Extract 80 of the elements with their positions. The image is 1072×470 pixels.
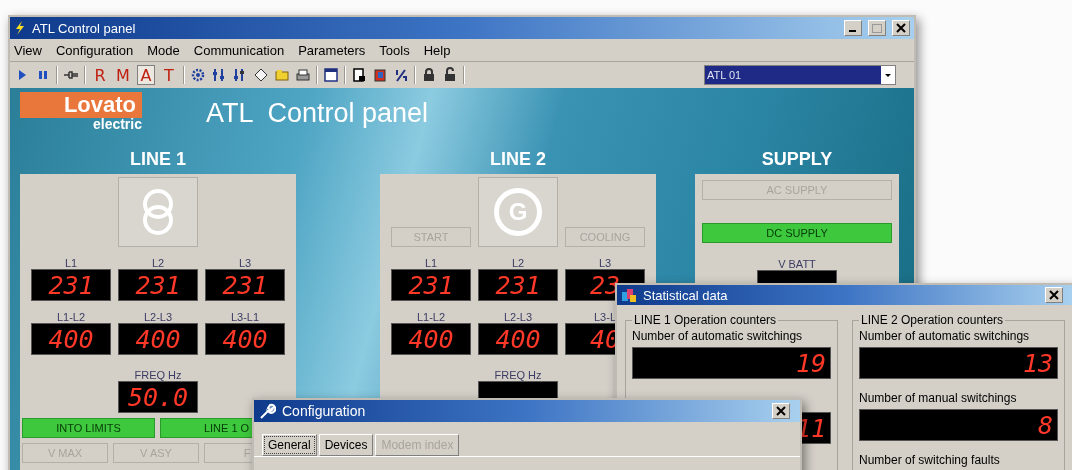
letter-toggle[interactable]: R [91,65,109,85]
meter-label: L3 [598,257,612,269]
brand-logo: Lovato electric [20,92,142,132]
lock-icon[interactable] [421,67,437,83]
fraction-icon[interactable] [393,67,409,83]
voltage-display: 400 [478,323,558,355]
close-icon [1049,290,1059,300]
menu-item[interactable]: Tools [379,42,410,58]
voltage-display: 400 [118,323,198,355]
wrench-icon [258,402,276,420]
device-select[interactable]: ATL 01 [704,65,896,85]
menu-item[interactable]: Help [423,42,451,58]
voltage-display: 231 [31,269,111,301]
counter-display: 13 [859,347,1058,379]
tab[interactable]: Devices [318,434,374,456]
supply-indicator: DC SUPPLY [702,223,892,243]
book-icon[interactable] [372,67,388,83]
meter-label: FREQ Hz [134,369,182,381]
counter-label: Number of automatic switchings [859,329,1031,343]
maximize-icon [872,23,882,33]
window-title: ATL Control panel [32,20,136,36]
menu-item[interactable]: Parameters [298,42,366,58]
lightning-icon [14,21,26,35]
meter-label: L3-L [594,311,616,323]
meter-label: L1-L2 [56,311,86,323]
window-icon[interactable] [323,67,339,83]
diamond-icon[interactable] [253,67,269,83]
dropdown-arrow-icon [885,73,891,77]
letter-toggle[interactable]: M [114,65,132,85]
close-button[interactable] [772,403,790,419]
meter-label: L2-L3 [143,311,173,323]
meter-label: L3-L1 [230,311,260,323]
app-heading: ATL Control panel [206,98,429,129]
counter-label: Number of switching faults [859,453,1001,467]
close-icon [776,406,786,416]
group-title: LINE 2 Operation counters [860,313,1005,327]
meter-label: L1 [64,257,78,269]
voltage-display: 231 [478,269,558,301]
voltage-display: 231 [205,269,285,301]
counter-label: Number of manual switchings [859,391,1018,405]
voltage-display: 400 [205,323,285,355]
meter-label: L2 [511,257,525,269]
maximize-button[interactable] [868,20,886,36]
meter-label: FREQ Hz [494,369,542,381]
voltage-display: 400 [31,323,111,355]
minimize-button[interactable] [844,20,862,36]
lock-icon[interactable] [442,67,458,83]
meter-label: L1 [424,257,438,269]
printer-icon[interactable] [295,67,311,83]
close-icon [896,23,906,33]
meter-label: L1-L2 [416,311,446,323]
gear-icon[interactable] [190,67,206,83]
statistics-icon [621,287,637,303]
section-heading: SUPPLY [761,147,833,171]
section-heading: LINE 1 [130,147,186,171]
frequency-display: 50.0 [118,381,198,413]
section-heading: LINE 2 [490,147,546,171]
voltage-display: 231 [118,269,198,301]
counter-display: 8 [859,409,1058,441]
tab[interactable]: General [262,434,317,456]
window-title: Statistical data [643,287,728,303]
close-button[interactable] [892,20,910,36]
menu-item[interactable]: Configuration [55,42,134,58]
meter-label: V BATT [777,258,817,270]
letter-toggle[interactable]: T [160,65,178,85]
meter-label: L2 [151,257,165,269]
sliders-icon[interactable] [211,67,227,83]
voltage-display: 400 [391,323,471,355]
meter-label: L2-L3 [503,311,533,323]
letter-toggle[interactable]: A [137,65,155,85]
menu-item[interactable]: Mode [147,42,180,58]
menu-item[interactable]: Communication [193,42,285,58]
meter-label: L3 [238,257,252,269]
window-title: Configuration [282,403,366,419]
status-indicator: INTO LIMITS [22,418,155,438]
close-button[interactable] [1045,287,1063,303]
counter-display: 19 [632,347,831,379]
document-icon[interactable] [351,67,367,83]
menu-item[interactable]: View [14,42,42,58]
voltage-display: 231 [391,269,471,301]
